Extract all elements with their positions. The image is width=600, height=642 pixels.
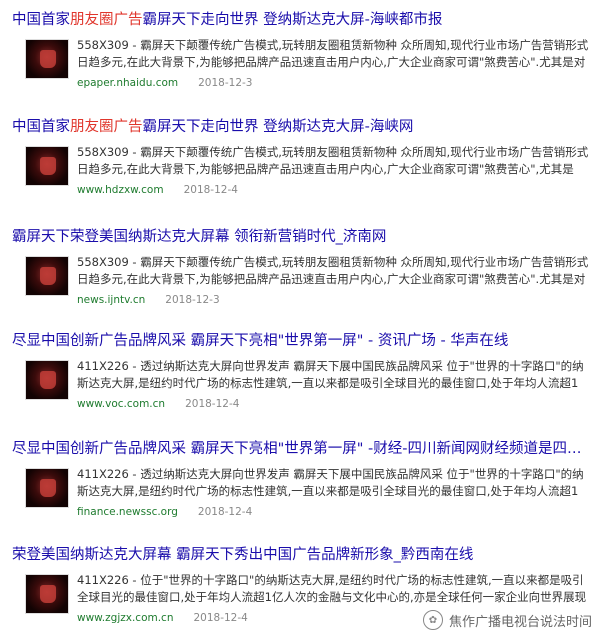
wechat-official-account-icon: ✿ bbox=[422, 610, 443, 630]
search-results: 中国首家朋友圈广告霸屏天下走向世界 登纳斯达克大屏-海峡都市报 558X309 -… bbox=[0, 0, 600, 642]
result-title-link[interactable]: 尽显中国创新广告品牌风采 霸屏天下亮相"世界第一屏" - 资讯广场 - 华声在线 bbox=[12, 331, 592, 351]
result-site[interactable]: finance.newssc.org bbox=[77, 506, 178, 518]
result-meta: news.ijntv.cn 2018-12-3 bbox=[77, 294, 220, 306]
result-meta: finance.newssc.org 2018-12-4 bbox=[77, 506, 252, 518]
result-meta: www.voc.com.cn 2018-12-4 bbox=[77, 398, 239, 410]
result-title-link[interactable]: 中国首家朋友圈广告霸屏天下走向世界 登纳斯达克大屏-海峡都市报 bbox=[12, 10, 592, 30]
result-title-link[interactable]: 荣登美国纳斯达克大屏幕 霸屏天下秀出中国广告品牌新形象_黔西南在线 bbox=[12, 545, 592, 565]
result-meta: epaper.nhaidu.com 2018-12-3 bbox=[77, 77, 252, 89]
result-site[interactable]: epaper.nhaidu.com bbox=[77, 77, 178, 89]
result-date: 2018-12-4 bbox=[185, 398, 240, 410]
result-meta: www.hdzxw.com 2018-12-4 bbox=[77, 184, 238, 196]
result-thumbnail[interactable] bbox=[25, 39, 69, 79]
watermark-text: 焦作广播电视台说法时间 bbox=[448, 614, 592, 630]
result-meta: www.zgjzx.com.cn 2018-12-4 bbox=[77, 612, 248, 624]
result-item: 中国首家朋友圈广告霸屏天下走向世界 登纳斯达克大屏-海峡网 558X309 - 霸… bbox=[0, 107, 600, 217]
result-snippet: 411X226 - 位于"世界的十字路口"的纳斯达克大屏,是纽约时代广场的标志性… bbox=[77, 573, 587, 604]
result-site[interactable]: www.zgjzx.com.cn bbox=[77, 612, 173, 624]
result-site[interactable]: www.hdzxw.com bbox=[77, 184, 164, 196]
result-snippet: 558X309 - 霸屏天下颠覆传统广告模式,玩转朋友圈租赁新物种 众所周知,现… bbox=[77, 145, 589, 176]
result-snippet: 558X309 - 霸屏天下颠覆传统广告模式,玩转朋友圈租赁新物种 众所周知,现… bbox=[77, 38, 589, 69]
result-title-link[interactable]: 中国首家朋友圈广告霸屏天下走向世界 登纳斯达克大屏-海峡网 bbox=[12, 117, 592, 137]
result-date: 2018-12-4 bbox=[183, 184, 238, 196]
result-date: 2018-12-4 bbox=[197, 506, 253, 518]
result-thumbnail[interactable] bbox=[25, 146, 69, 186]
result-item: 霸屏天下荣登美国纳斯达克大屏幕 领衔新营销时代_济南网 558X309 - 霸屏天… bbox=[0, 217, 600, 321]
result-snippet: 411X226 - 透过纳斯达克大屏向世界发声 霸屏天下展中国民族品牌风采 位于… bbox=[77, 359, 584, 390]
result-title-link[interactable]: 尽显中国创新广告品牌风采 霸屏天下亮相"世界第一屏" -财经-四川新闻网财经频道… bbox=[12, 439, 592, 459]
result-item: 中国首家朋友圈广告霸屏天下走向世界 登纳斯达克大屏-海峡都市报 558X309 -… bbox=[0, 0, 600, 107]
result-thumbnail[interactable] bbox=[25, 256, 69, 296]
result-thumbnail[interactable] bbox=[25, 574, 69, 614]
result-date: 2018-12-4 bbox=[193, 612, 248, 624]
result-thumbnail[interactable] bbox=[25, 360, 69, 400]
result-item: 尽显中国创新广告品牌风采 霸屏天下亮相"世界第一屏" - 资讯广场 - 华声在线… bbox=[0, 321, 600, 429]
result-snippet: 558X309 - 霸屏天下颠覆传统广告模式,玩转朋友圈租赁新物种 众所周知,现… bbox=[77, 255, 589, 286]
result-snippet: 411X226 - 透过纳斯达克大屏向世界发声 霸屏天下展中国民族品牌风采 位于… bbox=[77, 467, 584, 498]
result-date: 2018-12-3 bbox=[198, 77, 253, 89]
result-site[interactable]: www.voc.com.cn bbox=[77, 398, 165, 410]
result-item: 尽显中国创新广告品牌风采 霸屏天下亮相"世界第一屏" -财经-四川新闻网财经频道… bbox=[0, 429, 600, 535]
result-date: 2018-12-3 bbox=[165, 294, 220, 306]
result-thumbnail[interactable] bbox=[25, 468, 69, 508]
result-site[interactable]: news.ijntv.cn bbox=[77, 294, 145, 306]
watermark: ✿ 焦作广播电视台说法时间 bbox=[422, 610, 592, 630]
result-title-link[interactable]: 霸屏天下荣登美国纳斯达克大屏幕 领衔新营销时代_济南网 bbox=[12, 227, 592, 247]
